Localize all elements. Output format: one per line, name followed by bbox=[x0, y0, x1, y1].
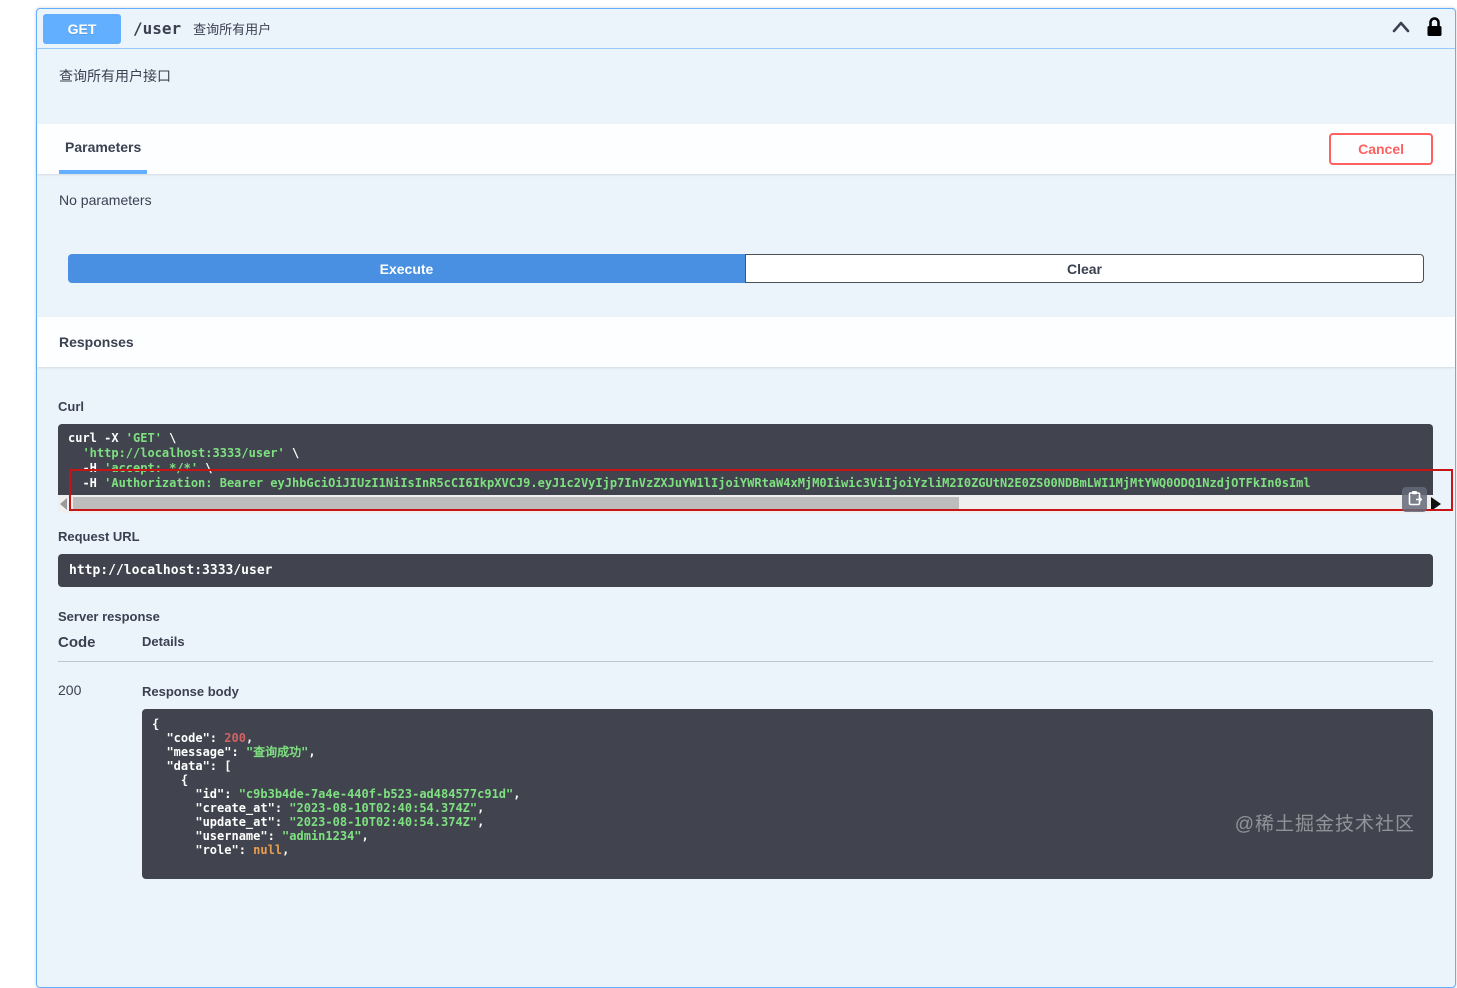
status-code: 200 bbox=[58, 682, 82, 698]
authorize-button[interactable] bbox=[1426, 17, 1443, 40]
details-column-header: Details bbox=[142, 634, 185, 649]
chevron-up-icon bbox=[1390, 18, 1412, 39]
request-url-value: http://localhost:3333/user bbox=[58, 554, 1433, 587]
code-column-header: Code bbox=[58, 634, 96, 651]
response-body-label: Response body bbox=[142, 684, 239, 699]
operation-block-get-user: GET /user 查询所有用户 查询所有用户接口 Parameters Can… bbox=[36, 8, 1456, 988]
execute-button-row: Execute Clear bbox=[37, 254, 1455, 317]
cancel-button[interactable]: Cancel bbox=[1329, 133, 1433, 165]
parameters-section-header: Parameters Cancel bbox=[37, 124, 1455, 174]
clear-button[interactable]: Clear bbox=[745, 254, 1424, 283]
horizontal-scrollbar[interactable] bbox=[58, 487, 1441, 513]
endpoint-summary: 查询所有用户 bbox=[193, 22, 272, 37]
response-body-json: { "code": 200, "message": "查询成功", "data"… bbox=[142, 709, 1433, 879]
curl-wrapper: curl -X 'GET' \ 'http://localhost:3333/u… bbox=[58, 424, 1453, 513]
scroll-right-icon[interactable] bbox=[1431, 497, 1441, 511]
collapse-button[interactable] bbox=[1390, 18, 1412, 39]
lock-icon bbox=[1426, 17, 1443, 40]
responses-body: Curl curl -X 'GET' \ 'http://localhost:3… bbox=[37, 399, 1455, 909]
scroll-left-icon[interactable] bbox=[60, 498, 67, 510]
response-details: Response body { "code": 200, "message": … bbox=[142, 682, 1433, 879]
request-url-label: Request URL bbox=[58, 529, 140, 544]
endpoint-description: 查询所有用户接口 bbox=[59, 68, 171, 84]
scrollbar-thumb[interactable] bbox=[73, 497, 959, 511]
responses-section-header: Responses bbox=[37, 317, 1455, 367]
endpoint-path: /user bbox=[133, 19, 182, 38]
server-response-label: Server response bbox=[58, 609, 160, 624]
responses-title: Responses bbox=[59, 334, 134, 350]
tab-parameters[interactable]: Parameters bbox=[59, 124, 148, 174]
no-parameters-message: No parameters bbox=[59, 192, 152, 208]
curl-label: Curl bbox=[58, 399, 84, 414]
response-body-wrapper: { "code": 200, "message": "查询成功", "data"… bbox=[142, 709, 1433, 879]
response-row: 200 Response body { "code": 200, "messag… bbox=[58, 662, 1433, 879]
http-method-badge: GET bbox=[43, 13, 121, 44]
curl-command: curl -X 'GET' \ 'http://localhost:3333/u… bbox=[58, 424, 1433, 495]
execute-button[interactable]: Execute bbox=[68, 254, 745, 283]
clipboard-icon bbox=[1407, 490, 1423, 509]
operation-summary[interactable]: GET /user 查询所有用户 bbox=[37, 9, 1455, 49]
copy-to-clipboard-button[interactable] bbox=[1402, 487, 1427, 512]
response-table-header: Code Details bbox=[58, 634, 1433, 662]
